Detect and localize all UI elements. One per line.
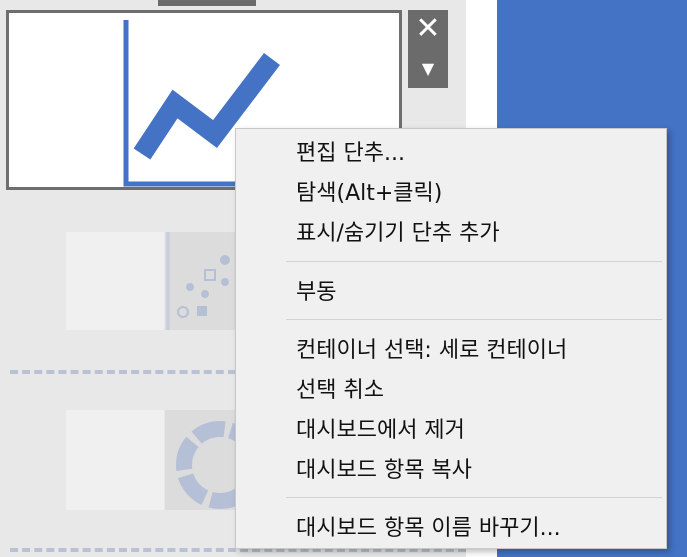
menu-item-rename-dashboard-item[interactable]: 대시보드 항목 이름 바꾸기... — [236, 510, 666, 548]
menu-separator — [286, 497, 662, 498]
menu-item-navigate[interactable]: 탐색(Alt+클릭) — [236, 175, 666, 213]
menu-separator — [286, 319, 662, 320]
menu-item-floating[interactable]: 부동 — [236, 274, 666, 312]
chevron-down-icon: ▼ — [421, 59, 435, 78]
menu-item-edit-button[interactable]: 편집 단추... — [236, 135, 666, 173]
menu-item-remove-from-dashboard[interactable]: 대시보드에서 제거 — [236, 412, 666, 450]
scatter-tile-left — [66, 232, 164, 330]
context-menu: 편집 단추... 탐색(Alt+클릭) 표시/숨기기 단추 추가 부동 컨테이너… — [235, 128, 667, 549]
menu-item-add-show-hide-button[interactable]: 표시/숨기기 단추 추가 — [236, 215, 666, 253]
menu-item-copy-dashboard-item[interactable]: 대시보드 항목 복사 — [236, 452, 666, 490]
more-options-button[interactable]: ▼ — [408, 50, 448, 88]
container-top-tab — [158, 0, 256, 6]
menu-item-deselect[interactable]: 선택 취소 — [236, 372, 666, 410]
close-button[interactable]: ✕ — [408, 10, 448, 50]
close-icon: ✕ — [415, 11, 441, 46]
menu-separator — [286, 261, 662, 262]
donut-tile-left — [66, 410, 164, 510]
menu-item-select-container[interactable]: 컨테이너 선택: 세로 컨테이너 — [236, 332, 666, 370]
